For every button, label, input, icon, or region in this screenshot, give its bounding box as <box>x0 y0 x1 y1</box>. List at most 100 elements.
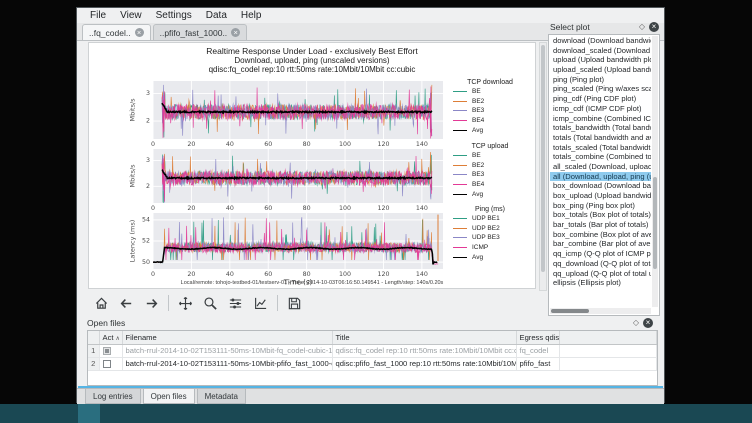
plot-list-item-ping_cdf[interactable]: ping_cdf (Ping CDF plot) <box>550 94 651 104</box>
plot-list-item-box_upload[interactable]: box_upload (Upload bandwidth box plot) <box>550 191 651 201</box>
list-horizontal-scrollbar[interactable] <box>550 308 651 314</box>
active-checkbox[interactable] <box>103 360 111 368</box>
plot-list-item-all[interactable]: all (Download, upload, ping (unscaled ve… <box>550 172 651 182</box>
back-button[interactable] <box>118 295 135 312</box>
act-cell <box>99 357 122 370</box>
plot-view[interactable]: Realtime Response Under Load - exclusive… <box>88 42 536 289</box>
menu-file[interactable]: File <box>83 9 113 22</box>
legend-title: TCP download <box>445 79 535 86</box>
plot-scrollbar-thumb[interactable] <box>541 45 545 272</box>
column-header-Filename[interactable]: Filename <box>122 331 332 344</box>
plot-list-item-qq_download[interactable]: qq_download (Q-Q plot of total download) <box>550 259 651 269</box>
plot-list-item-box_download[interactable]: box_download (Download bandwidth box plo… <box>550 181 651 191</box>
column-header-blank[interactable] <box>559 331 657 344</box>
egress-qdisc-cell: fq_codel <box>516 344 559 357</box>
home-icon <box>94 296 109 311</box>
plot-list-item-totals[interactable]: totals (Total bandwidth and average ping… <box>550 133 651 143</box>
float-dock-icon[interactable]: ◇ <box>633 318 639 327</box>
plot-list-item-box_totals[interactable]: box_totals (Box plot of totals) <box>550 210 651 220</box>
legend-label: UDP BE1 <box>472 215 500 222</box>
plot-tab-0[interactable]: ..fq_codel..× <box>82 24 151 40</box>
plot-list-item-icmp_combine[interactable]: icmp_combine (Combined ICMP ping plot) <box>550 114 651 124</box>
menu-view[interactable]: View <box>113 9 149 22</box>
plot-list-item-bar_totals[interactable]: bar_totals (Bar plot of totals) <box>550 220 651 230</box>
column-header-Act[interactable]: Act∧ <box>99 331 122 344</box>
plot-list-item-upload_scaled[interactable]: upload_scaled (Upload bandwidth w/axes s… <box>550 65 651 75</box>
legend-entry: UDP BE2 <box>445 224 535 234</box>
legend-2: Ping (ms)UDP BE1UDP BE2UDP BE3ICMPAvg <box>445 206 535 262</box>
forward-icon <box>144 296 159 311</box>
plot-list-item-ping_scaled[interactable]: ping_scaled (Ping w/axes scaled to remov… <box>550 84 651 94</box>
bottom-tab-open-files[interactable]: Open files <box>143 389 195 404</box>
select-plot-list: download (Download bandwidth plot)downlo… <box>548 34 660 316</box>
legend-line-swatch <box>453 165 467 166</box>
customize-axes-button[interactable] <box>252 295 269 312</box>
chart-subtitle: Download, upload, ping (unscaled version… <box>89 56 535 65</box>
plot-list-item-download[interactable]: download (Download bandwidth plot) <box>550 36 651 46</box>
legend-line-swatch <box>453 194 467 195</box>
plot-list-item-box_ping[interactable]: box_ping (Ping box plot) <box>550 201 651 211</box>
legend-line-swatch <box>453 218 467 219</box>
plot-list-item-qq_upload[interactable]: qq_upload (Q-Q plot of total upload band… <box>550 269 651 279</box>
legend-line-swatch <box>453 120 467 121</box>
plot-list-item-totals_scaled[interactable]: totals_scaled (Total bandwidth and avera… <box>550 143 651 153</box>
column-header-Title[interactable]: Title <box>332 331 516 344</box>
zoom-icon <box>203 296 218 311</box>
legend-line-swatch <box>453 184 467 185</box>
list-vertical-scrollbar[interactable] <box>652 36 658 307</box>
plot-list-item-bar_combine[interactable]: bar_combine (Bar plot of averages of ser… <box>550 239 651 249</box>
configure-subplots-button[interactable] <box>227 295 244 312</box>
bottom-tab-log-entries[interactable]: Log entries <box>85 389 141 404</box>
plot-list-item-totals_bandwidth[interactable]: totals_bandwidth (Total bandwidth) <box>550 123 651 133</box>
plot-list-item-download_scaled[interactable]: download_scaled (Download bandwidth w/ax… <box>550 46 651 56</box>
home-button[interactable] <box>93 295 110 312</box>
legend-entry: Avg <box>445 252 535 262</box>
column-header-Egress qdisc[interactable]: Egress qdisc <box>516 331 559 344</box>
save-button[interactable] <box>286 295 303 312</box>
plot-list-item-all_scaled[interactable]: all_scaled (Download, upload, ping (scal… <box>550 162 651 172</box>
legend-line-swatch <box>453 91 467 92</box>
open-file-row[interactable]: 1batch-rrul-2014-10-02T153111-50ms-10Mbi… <box>88 344 657 357</box>
desktop: FileViewSettingsDataHelp ..fq_codel..×..… <box>0 0 752 423</box>
close-dock-icon[interactable]: × <box>643 318 653 328</box>
plot-tab-1[interactable]: ..pfifo_fast_1000..× <box>153 24 248 40</box>
open-file-row[interactable]: 2batch-rrul-2014-10-02T153111-50ms-10Mbi… <box>88 357 657 370</box>
list-vscroll-thumb[interactable] <box>653 177 657 269</box>
menu-data[interactable]: Data <box>199 9 234 22</box>
configure-subplots-icon <box>228 296 243 311</box>
egress-qdisc-cell: pfifo_fast <box>516 357 559 370</box>
plot-list-item-box_combine[interactable]: box_combine (Box plot of averages of ser… <box>550 230 651 240</box>
legend-entry: BE3 <box>445 106 535 116</box>
plot-list-item-upload[interactable]: upload (Upload bandwidth plot) <box>550 55 651 65</box>
legend-entry: UDP BE3 <box>445 233 535 243</box>
menu-help[interactable]: Help <box>234 9 269 22</box>
legend-entry: BE3 <box>445 170 535 180</box>
plot-list-item-qq_icmp[interactable]: qq_icmp (Q-Q plot of ICMP pings) <box>550 249 651 259</box>
legend-line-swatch <box>453 174 467 175</box>
chart-footer: Local/remote: tohojo-testbed-01/testserv… <box>89 280 535 286</box>
column-header-blank[interactable] <box>88 331 99 344</box>
plot-list-item-totals_combine[interactable]: totals_combine (Combined total bandwidth… <box>550 152 651 162</box>
zoom-button[interactable] <box>202 295 219 312</box>
taskbar-item[interactable] <box>78 404 100 423</box>
plot-list-item-ping[interactable]: ping (Ping plot) <box>550 75 651 85</box>
open-files-header: Open files ◇ × <box>87 316 654 329</box>
legend-entry: BE4 <box>445 116 535 126</box>
close-dock-icon[interactable]: × <box>649 22 659 32</box>
active-checkbox[interactable] <box>103 347 111 355</box>
legend-label: BE <box>472 152 481 159</box>
float-dock-icon[interactable]: ◇ <box>639 22 645 31</box>
bottom-tab-metadata[interactable]: Metadata <box>197 389 246 404</box>
tab-close-icon[interactable]: × <box>135 28 144 37</box>
menu-settings[interactable]: Settings <box>149 9 199 22</box>
list-hscroll-thumb[interactable] <box>551 309 589 313</box>
plot-list-item-ellipsis[interactable]: ellipsis (Ellipsis plot) <box>550 278 651 288</box>
tab-close-icon[interactable]: × <box>231 28 240 37</box>
pan-button[interactable] <box>177 295 194 312</box>
plot-scrollbar[interactable] <box>539 42 547 291</box>
forward-button[interactable] <box>143 295 160 312</box>
plot-list-item-icmp_cdf[interactable]: icmp_cdf (ICMP CDF plot) <box>550 104 651 114</box>
legend-title: Ping (ms) <box>445 206 535 213</box>
legend-line-swatch <box>453 130 467 131</box>
filler-cell <box>559 357 657 370</box>
